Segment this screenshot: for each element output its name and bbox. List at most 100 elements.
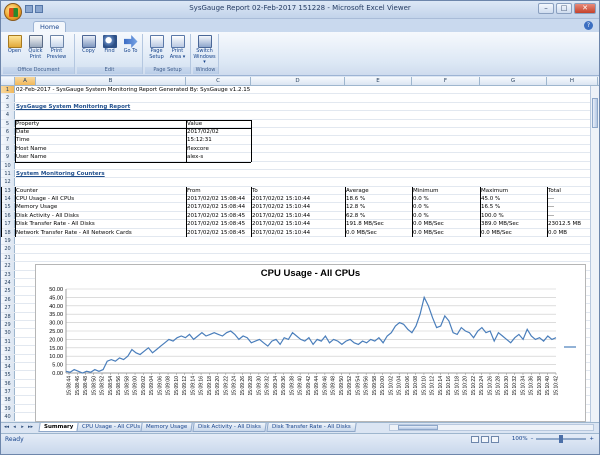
value-cell[interactable]: 15:12:31 [186, 136, 212, 143]
header-line-cell[interactable]: 02-Feb-2017 - SysGauge System Monitoring… [15, 86, 250, 93]
counter-cell[interactable]: 0.0 MB/Sec [412, 229, 444, 236]
counter-cell[interactable]: 2017/02/02 15:10:44 [251, 229, 310, 236]
sheet-tab-disk-transfer-rate[interactable]: Disk Transfer Rate - All Disks [266, 423, 357, 432]
counter-cell[interactable]: --- [547, 203, 554, 210]
column-header[interactable]: A [15, 77, 36, 85]
next-sheet-icon[interactable]: ▸ [19, 424, 26, 431]
row-header[interactable]: 3 [1, 102, 15, 111]
row-header[interactable]: 17 [1, 220, 15, 228]
row-header[interactable]: 29 [1, 320, 15, 329]
prev-sheet-icon[interactable]: ◂ [11, 424, 18, 431]
column-header[interactable]: B [36, 77, 186, 85]
zoom-slider-knob[interactable] [559, 435, 564, 443]
counter-cell[interactable]: 23012.5 MB [547, 220, 581, 227]
counter-cell[interactable]: 100.0 % [480, 212, 504, 219]
counter-cell[interactable]: 2017/02/02 15:08:45 [186, 212, 245, 219]
row-header[interactable]: 39 [1, 404, 15, 413]
row-header[interactable]: 33 [1, 354, 15, 362]
property-cell[interactable]: Date [15, 128, 29, 135]
counter-cell[interactable]: 0.0 % [412, 203, 429, 210]
horizontal-scrollbar[interactable] [389, 424, 594, 431]
zoom-in-button[interactable]: + [589, 436, 594, 442]
horizontal-scroll-thumb[interactable] [398, 425, 438, 430]
column-header[interactable]: F [412, 77, 480, 85]
row-header[interactable]: 18 [1, 228, 15, 237]
counter-cell[interactable]: --- [547, 212, 554, 219]
counter-cell[interactable]: 0.0 MB/Sec [412, 220, 444, 227]
counter-cell[interactable]: Disk Transfer Rate - All Disks [15, 220, 95, 227]
counter-cell[interactable]: 0.0 MB [547, 229, 567, 236]
quick-print-button[interactable]: Quick Print [26, 35, 45, 60]
value-cell[interactable]: 2017/02/02 [186, 128, 219, 135]
row-header[interactable]: 4 [1, 111, 15, 119]
counter-cell[interactable]: Disk Activity - All Disks [15, 212, 79, 219]
column-header[interactable]: E [345, 77, 412, 85]
zoom-slider[interactable] [536, 435, 587, 443]
row-header[interactable]: 19 [1, 237, 15, 245]
row-header[interactable]: 24 [1, 278, 15, 287]
counter-cell[interactable]: 2017/02/02 15:10:44 [251, 195, 310, 202]
counter-header-cell[interactable]: To [251, 187, 258, 194]
counter-cell[interactable]: 45.0 % [480, 195, 500, 202]
counter-cell[interactable]: 389.0 MB/Sec [480, 220, 519, 227]
row-header[interactable]: 9 [1, 153, 15, 161]
column-header[interactable]: C [186, 77, 251, 85]
last-sheet-icon[interactable]: ▸▸ [27, 424, 34, 431]
print-area-button[interactable]: Print Area ▾ [168, 35, 187, 60]
counter-cell[interactable]: Memory Usage [15, 203, 57, 210]
counter-cell[interactable]: 0.0 MB/Sec [480, 229, 512, 236]
row-header[interactable]: 32 [1, 346, 15, 354]
row-header[interactable]: 10 [1, 161, 15, 169]
row-header[interactable]: 31 [1, 337, 15, 346]
counter-cell[interactable]: 2017/02/02 15:08:44 [186, 203, 245, 210]
counter-cell[interactable]: 2017/02/02 15:10:44 [251, 220, 310, 227]
counter-cell[interactable]: 2017/02/02 15:08:45 [186, 229, 245, 236]
page-setup-button[interactable]: Page Setup [147, 35, 166, 60]
row-header[interactable]: 15 [1, 203, 15, 211]
row-header[interactable]: 37 [1, 388, 15, 396]
row-header[interactable]: 26 [1, 295, 15, 304]
row-header[interactable]: 5 [1, 119, 15, 127]
counter-cell[interactable]: --- [547, 195, 554, 202]
row-header[interactable]: 36 [1, 379, 15, 388]
first-sheet-icon[interactable]: ◂◂ [3, 424, 10, 431]
find-button[interactable]: Find [100, 35, 119, 55]
column-header[interactable]: H [547, 77, 598, 85]
row-header[interactable]: 11 [1, 169, 15, 178]
counter-cell[interactable]: 18.6 % [345, 195, 365, 202]
counter-cell[interactable]: 191.8 MB/Sec [345, 220, 384, 227]
copy-button[interactable]: Copy [79, 35, 98, 55]
open-button[interactable]: Open [5, 35, 24, 60]
counter-cell[interactable]: 16.5 % [480, 203, 500, 210]
row-header[interactable]: 2 [1, 94, 15, 102]
maximize-button[interactable]: □ [556, 3, 572, 14]
row-header[interactable]: 25 [1, 287, 15, 295]
page-break-view-icon[interactable] [491, 436, 499, 443]
office-button[interactable] [4, 3, 22, 21]
row-header[interactable]: 6 [1, 127, 15, 136]
row-header[interactable]: 27 [1, 304, 15, 312]
cpu-usage-chart[interactable]: CPU Usage - All CPUs 0.00 5.00 10.00 15.00 2… [35, 264, 586, 422]
counter-header-cell[interactable]: Maximum [480, 187, 508, 194]
row-header[interactable]: 1 [1, 86, 15, 94]
counter-header-cell[interactable]: From [186, 187, 201, 194]
report-title-cell[interactable]: SysGauge System Monitoring Report [15, 103, 130, 110]
row-header[interactable]: 21 [1, 253, 15, 262]
counter-cell[interactable]: CPU Usage - All CPUs [15, 195, 74, 202]
counter-cell[interactable]: 0.0 % [412, 212, 429, 219]
counter-header-cell[interactable]: Total [547, 187, 561, 194]
row-header[interactable]: 34 [1, 362, 15, 371]
vertical-scroll-thumb[interactable] [592, 98, 598, 128]
row-header[interactable]: 35 [1, 371, 15, 379]
sheet-tab-summary[interactable]: Summary [38, 423, 79, 432]
worksheet-grid[interactable]: ABCDEFGH 1 02-Feb-2017 - SysGauge System … [1, 77, 599, 422]
vertical-scrollbar[interactable] [590, 86, 599, 422]
switch-windows-button[interactable]: Switch Windows ▾ [193, 35, 216, 66]
property-cell[interactable]: User Name [15, 153, 47, 160]
row-header[interactable]: 14 [1, 195, 15, 203]
sheet-tab-cpu-usage[interactable]: CPU Usage - All CPUs [76, 423, 146, 432]
page-layout-view-icon[interactable] [481, 436, 489, 443]
row-header[interactable]: 40 [1, 413, 15, 421]
go-to-button[interactable]: Go To [121, 35, 140, 55]
print-preview-button[interactable]: Print Preview [47, 35, 66, 60]
